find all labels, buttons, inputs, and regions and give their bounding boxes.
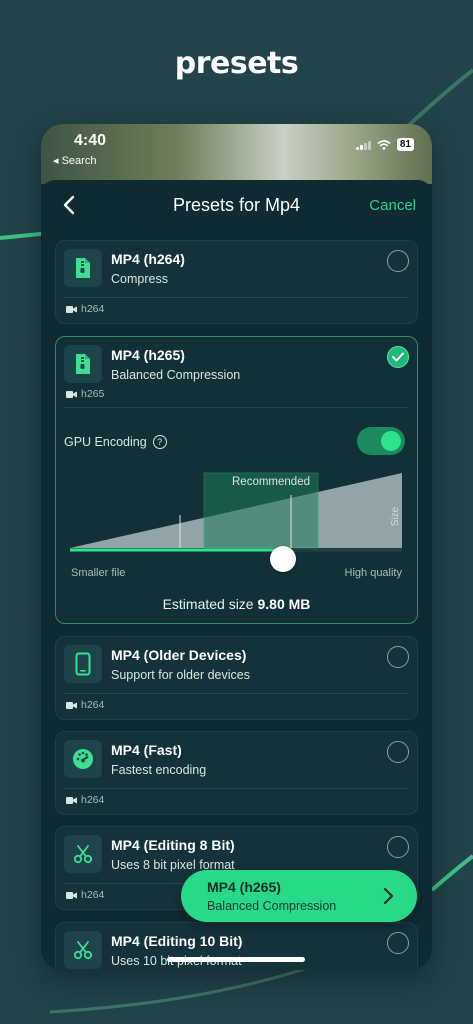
back-to-search-link[interactable]: ◂ Search: [53, 154, 96, 167]
preset-title: MP4 (Fast): [111, 742, 182, 758]
zip-file-icon: [64, 345, 102, 383]
recommended-label: Recommended: [232, 476, 310, 488]
video-camera-icon: [66, 390, 77, 398]
cancel-button[interactable]: Cancel: [369, 197, 416, 214]
divider: [64, 788, 409, 789]
codec-label: h264: [81, 794, 105, 806]
estimate-value: 9.80 MB: [257, 596, 311, 612]
gpu-encoding-toggle[interactable]: [357, 427, 405, 455]
divider: [64, 407, 409, 408]
preset-title: MP4 (h265): [111, 347, 185, 363]
wifi-icon: [377, 139, 391, 150]
phone-icon: [64, 645, 102, 683]
preset-subtitle: Support for older devices: [111, 668, 250, 682]
preset-radio[interactable]: [387, 250, 409, 272]
divider: [64, 693, 409, 694]
preset-title: MP4 (Older Devices): [111, 647, 247, 663]
slider-thumb[interactable]: [270, 546, 296, 572]
chevron-right-icon: [384, 888, 393, 904]
video-camera-icon: [66, 796, 77, 804]
codec-tag: h264: [66, 794, 104, 806]
preset-title: MP4 (Editing 8 Bit): [111, 837, 235, 853]
checkmark-icon: [392, 352, 404, 362]
preset-card-h264[interactable]: MP4 (h264) Compress h264: [55, 240, 418, 324]
preset-title: MP4 (h264): [111, 251, 185, 267]
preset-title: MP4 (Editing 10 Bit): [111, 933, 243, 949]
codec-tag: h264: [66, 889, 104, 901]
size-axis-label: Size: [390, 506, 402, 527]
estimated-size: Estimated size 9.80 MB: [56, 596, 417, 612]
status-indicators: 81: [355, 138, 414, 151]
estimate-prefix: Estimated size: [162, 596, 254, 612]
codec-label: h264: [81, 699, 105, 711]
zip-file-icon: [64, 249, 102, 287]
preset-card-h265[interactable]: MP4 (h265) Balanced Compression h265 GPU…: [55, 336, 418, 624]
video-camera-icon: [66, 701, 77, 709]
status-bar: 4:40 ◂ Search 81: [41, 124, 432, 184]
speedometer-icon: [64, 740, 102, 778]
presets-sheet: Presets for Mp4 Cancel MP4 (h264) Compre…: [41, 180, 432, 970]
preset-radio[interactable]: [387, 646, 409, 668]
codec-tag: h265: [66, 388, 104, 400]
codec-tag: h264: [66, 303, 104, 315]
battery-indicator: 81: [396, 138, 414, 151]
preset-card-older-devices[interactable]: MP4 (Older Devices) Support for older de…: [55, 636, 418, 720]
selected-preset-subtitle: Balanced Compression: [207, 899, 337, 913]
preset-radio[interactable]: [387, 836, 409, 858]
preset-radio-checked[interactable]: [387, 346, 409, 368]
nav-bar: Presets for Mp4 Cancel: [41, 180, 432, 232]
selected-preset-title: MP4 (h265): [207, 879, 281, 895]
video-camera-icon: [66, 891, 77, 899]
hero-title: presets: [174, 46, 299, 81]
smaller-file-label: Smaller file: [71, 567, 126, 579]
video-camera-icon: [66, 305, 77, 313]
continue-with-preset-button[interactable]: MP4 (h265) Balanced Compression: [181, 870, 417, 922]
codec-label: h265: [81, 388, 105, 400]
preset-subtitle: Balanced Compression: [111, 368, 241, 382]
cellular-signal-icon: [355, 140, 371, 150]
home-indicator: [167, 957, 305, 962]
status-time: 4:40: [74, 132, 107, 149]
preset-card-fast[interactable]: MP4 (Fast) Fastest encoding h264: [55, 731, 418, 815]
preset-card-editing-10bit[interactable]: MP4 (Editing 10 Bit) Uses 10 bit pixel f…: [55, 922, 418, 970]
preset-subtitle: Fastest encoding: [111, 763, 207, 777]
preset-radio[interactable]: [387, 741, 409, 763]
scissors-icon: [64, 931, 102, 969]
preset-subtitle: Compress: [111, 272, 168, 286]
scissors-icon: [64, 835, 102, 873]
toggle-knob: [381, 431, 401, 451]
codec-label: h264: [81, 889, 105, 901]
preset-radio[interactable]: [387, 932, 409, 954]
codec-tag: h264: [66, 699, 104, 711]
divider: [64, 297, 409, 298]
gpu-encoding-row: GPU Encoding ?: [64, 435, 167, 449]
help-icon[interactable]: ?: [152, 435, 167, 449]
codec-label: h264: [81, 303, 105, 315]
high-quality-label: High quality: [344, 567, 402, 579]
phone-screen: 4:40 ◂ Search 81 Presets for Mp4 Cancel: [41, 124, 432, 970]
quality-slider[interactable]: Recommended Size: [64, 471, 411, 581]
gpu-encoding-label: GPU Encoding: [64, 435, 147, 449]
